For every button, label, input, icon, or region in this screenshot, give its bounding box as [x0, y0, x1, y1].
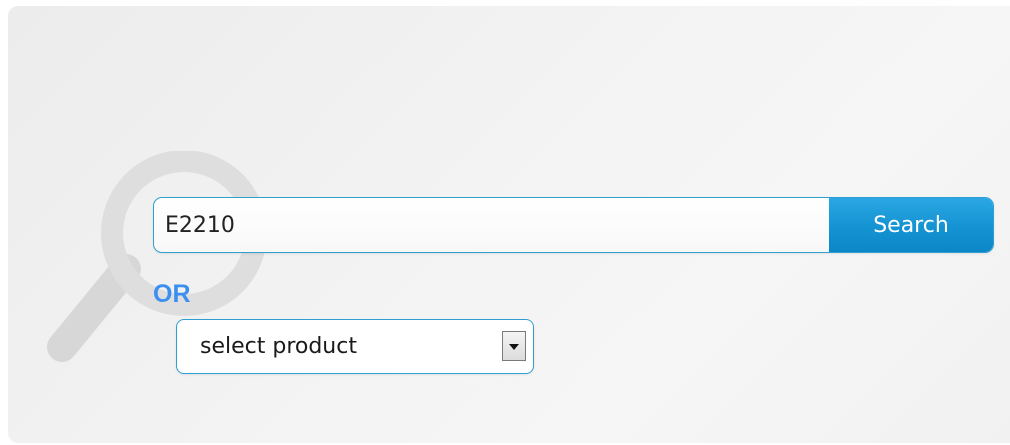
- dropdown-button[interactable]: [502, 331, 526, 361]
- product-select[interactable]: select product: [176, 319, 534, 374]
- chevron-down-icon: [509, 344, 519, 350]
- product-select-value: select product: [200, 334, 357, 359]
- search-button[interactable]: Search: [829, 198, 993, 252]
- search-input[interactable]: [154, 198, 831, 252]
- or-label: OR: [153, 280, 191, 308]
- search-bar: Search: [153, 197, 994, 253]
